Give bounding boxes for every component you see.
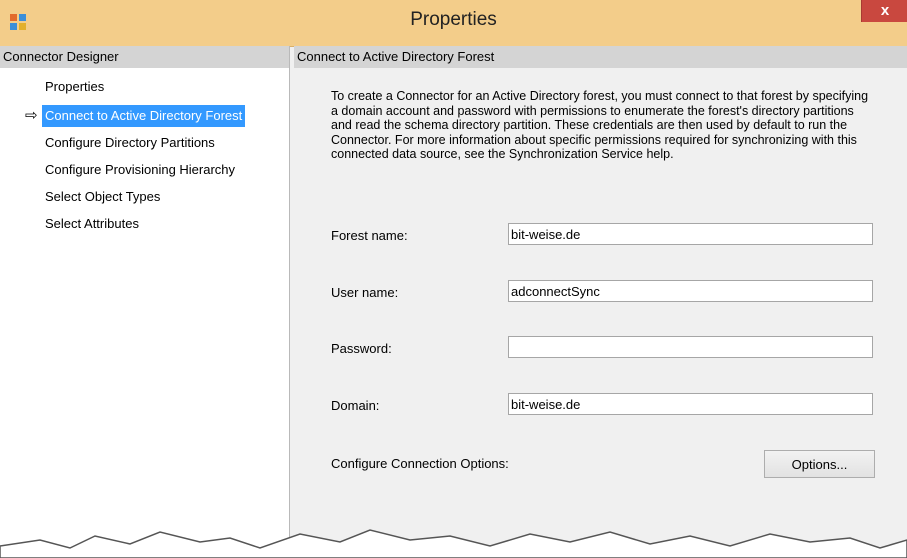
password-input[interactable] [508, 336, 873, 358]
close-button[interactable]: x [861, 0, 907, 22]
forest-name-input[interactable] [508, 223, 873, 245]
window-title: Properties [410, 9, 497, 30]
connect-forest-header: Connect to Active Directory Forest [294, 46, 907, 68]
torn-edge [0, 529, 907, 558]
nav-item-properties[interactable]: Properties [42, 76, 107, 98]
domain-label: Domain: [331, 398, 380, 413]
nav-item-attributes[interactable]: Select Attributes [42, 213, 142, 235]
domain-input[interactable] [508, 393, 873, 415]
connection-options-label: Configure Connection Options: [331, 456, 509, 471]
user-name-input[interactable] [508, 280, 873, 302]
nav-item-directory-partitions[interactable]: Configure Directory Partitions [42, 132, 218, 154]
nav-item-object-types[interactable]: Select Object Types [42, 186, 163, 208]
intro-text: To create a Connector for an Active Dire… [331, 89, 869, 161]
user-name-label: User name: [331, 285, 399, 300]
forest-name-label: Forest name: [331, 228, 408, 243]
title-bar[interactable]: Properties x [0, 0, 907, 47]
current-step-arrow-icon: ⇨ [25, 107, 38, 124]
nav-item-connect-forest[interactable]: Connect to Active Directory Forest [42, 105, 246, 127]
properties-window: Properties x Connector Designer Properti… [0, 0, 907, 558]
password-label: Password: [331, 341, 392, 356]
nav-item-provisioning-hierarchy[interactable]: Configure Provisioning Hierarchy [42, 159, 238, 181]
connector-designer-pane: Connector Designer Properties ⇨ Connect … [0, 46, 290, 558]
connector-designer-header: Connector Designer [0, 46, 289, 68]
options-button[interactable]: Options... [764, 450, 875, 478]
connect-forest-pane: Connect to Active Directory Forest To cr… [294, 46, 907, 558]
